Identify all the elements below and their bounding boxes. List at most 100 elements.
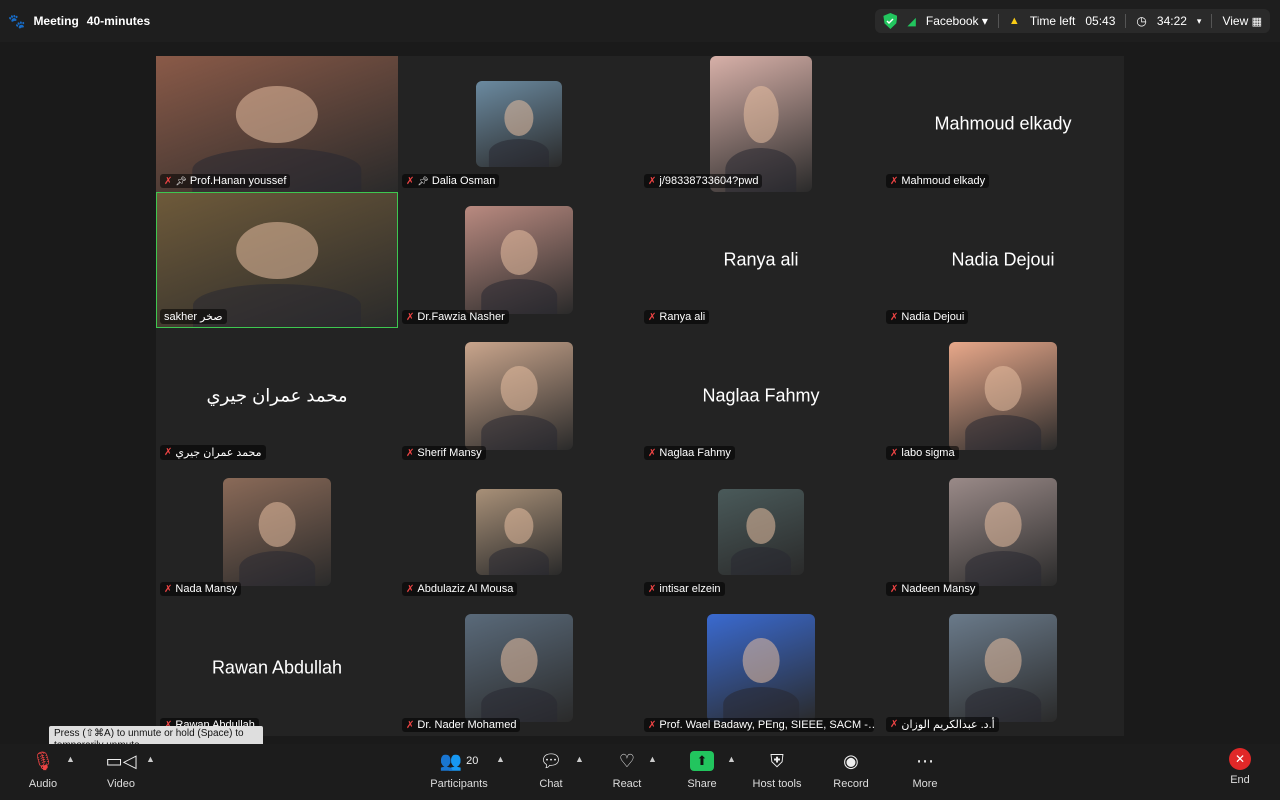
participant-video xyxy=(707,614,815,722)
participant-video xyxy=(223,478,331,586)
record-icon: ◉ xyxy=(843,750,859,771)
participant-tile[interactable]: ✗ Dr. Nader Mohamed xyxy=(398,600,640,736)
chat-icon: 💬︎ xyxy=(539,750,563,771)
participant-name: محمد عمران جيري xyxy=(175,447,262,459)
end-meeting-button[interactable]: ✕ End xyxy=(1205,748,1275,786)
more-button[interactable]: ⋯ More xyxy=(890,748,960,791)
participant-name: Dalia Osman xyxy=(431,175,496,187)
participant-video xyxy=(156,56,398,192)
participant-name-tag: ✗ 📌︎ Dalia Osman xyxy=(402,174,500,188)
participant-name: intisar elzein xyxy=(659,583,721,595)
participant-tile[interactable]: Nadia Dejoui ✗ Nadia Dejoui xyxy=(882,192,1124,328)
participant-video xyxy=(465,342,573,450)
participant-name: Abdulaziz Al Mousa xyxy=(417,583,514,595)
participant-display-name: Rawan Abdullah xyxy=(211,657,343,678)
participants-button[interactable]: 👥 20 Participants xyxy=(424,748,494,791)
chat-options-caret[interactable]: ▲ xyxy=(575,754,584,764)
participant-tile[interactable]: ✗ Prof. Wael Badawy, PEng, SIEEE, SACM -… xyxy=(640,600,882,736)
participant-name-tag: ✗ intisar elzein xyxy=(644,582,725,596)
participant-tile[interactable]: ✗ Abdulaziz Al Mousa xyxy=(398,464,640,600)
muted-mic-icon: ✗ xyxy=(648,719,657,731)
participant-name: أ.د. عبدالكريم الوزان xyxy=(901,719,995,731)
meeting-toolbar: 🎙︎ Audio ▲ ▭◁ Video ▲ 👥 20 Participants ▲… xyxy=(0,744,1280,800)
meeting-duration: 40-minutes xyxy=(86,14,151,28)
audio-options-caret[interactable]: ▲ xyxy=(66,754,75,764)
share-screen-icon: ⬆ xyxy=(690,751,714,771)
shield-icon: ⛨ xyxy=(770,750,784,771)
participant-name: Naglaa Fahmy xyxy=(659,447,731,459)
participant-name-tag: ✗ labo sigma xyxy=(886,446,959,460)
divider xyxy=(1125,14,1127,28)
host-tools-button[interactable]: ⛨ Host tools xyxy=(742,748,812,791)
participant-tile[interactable]: Ranya ali ✗ Ranya ali xyxy=(640,192,882,328)
gallery-view: ✗ 📌︎ Prof.Hanan youssef ✗ 📌︎ Dalia Osman ✗ j/98… xyxy=(156,56,1124,736)
clock-icon: ◷ xyxy=(1136,14,1147,28)
heart-icon: ♡ xyxy=(618,750,636,771)
participant-name-tag: ✗ Nadeen Mansy xyxy=(886,582,980,596)
participant-tile[interactable]: ✗ 📌︎ Dalia Osman xyxy=(398,56,640,192)
participant-video xyxy=(476,489,562,575)
participant-name: Prof. Wael Badawy, PEng, SIEEE, SACM -… xyxy=(659,719,874,731)
grid-icon: ▦ xyxy=(1251,16,1262,28)
muted-mic-icon: ✗ xyxy=(648,311,657,323)
participant-tile[interactable]: sakher صخر xyxy=(156,192,398,328)
top-bar: 🐾 Meeting 40-minutes ◢ Facebook ▾ ▲ Time… xyxy=(0,0,1280,42)
participant-video xyxy=(949,342,1057,450)
divider xyxy=(997,14,999,28)
react-options-caret[interactable]: ▲ xyxy=(648,754,657,764)
participant-tile[interactable]: ✗ Nada Mansy xyxy=(156,464,398,600)
participants-icon: 👥 20 xyxy=(439,750,479,771)
muted-mic-icon: ✗ xyxy=(164,447,173,458)
participant-tile[interactable]: ✗ Nadeen Mansy xyxy=(882,464,1124,600)
record-button[interactable]: ◉ Record xyxy=(816,748,886,791)
muted-mic-icon: ✗ xyxy=(648,447,657,459)
muted-mic-icon: ✗ xyxy=(648,583,657,595)
participant-name-tag: ✗ Nada Mansy xyxy=(160,582,242,596)
view-button[interactable]: View ▦ xyxy=(1222,14,1262,28)
share-options-caret[interactable]: ▲ xyxy=(727,754,736,764)
participants-options-caret[interactable]: ▲ xyxy=(496,754,505,764)
participant-display-name: Ranya ali xyxy=(723,249,799,270)
paw-icon: 🐾 xyxy=(8,12,26,29)
participant-tile[interactable]: ✗ Sherif Mansy xyxy=(398,328,640,464)
warning-icon: ▲ xyxy=(1008,15,1020,27)
participant-tile[interactable]: ✗ j/98338733604?pwd xyxy=(640,56,882,192)
muted-mic-icon: ✗ xyxy=(406,719,415,731)
participant-tile[interactable]: ✗ Dr.Fawzia Nasher xyxy=(398,192,640,328)
participant-name-tag: ✗ Dr.Fawzia Nasher xyxy=(402,310,509,324)
signal-icon: ◢ xyxy=(907,15,916,28)
participant-tile[interactable]: Mahmoud elkady ✗ Mahmoud elkady xyxy=(882,56,1124,192)
participant-name-tag: ✗ Naglaa Fahmy xyxy=(644,446,735,460)
participant-tile[interactable]: Naglaa Fahmy ✗ Naglaa Fahmy xyxy=(640,328,882,464)
participant-video xyxy=(949,614,1057,722)
muted-mic-icon: ✗ xyxy=(890,719,899,730)
participant-name: sakher صخر xyxy=(164,311,223,323)
participant-video xyxy=(949,478,1057,586)
participant-name-tag: ✗ j/98338733604?pwd xyxy=(644,174,763,188)
participant-tile[interactable]: Rawan Abdullah ✗ Rawan Abdullah xyxy=(156,600,398,736)
video-options-caret[interactable]: ▲ xyxy=(146,754,155,764)
participant-tile[interactable]: ✗ أ.د. عبدالكريم الوزان xyxy=(882,600,1124,736)
muted-mic-icon: ✗ xyxy=(406,311,415,323)
participant-tile[interactable]: ✗ labo sigma xyxy=(882,328,1124,464)
participant-tile[interactable]: ✗ 📌︎ Prof.Hanan youssef xyxy=(156,56,398,192)
muted-mic-icon: 🎙︎ xyxy=(31,750,55,771)
participant-name: Dr. Nader Mohamed xyxy=(417,719,517,731)
elapsed-time[interactable]: 34:22 xyxy=(1157,14,1187,28)
participant-name: Prof.Hanan youssef xyxy=(189,175,287,187)
participant-name: Nada Mansy xyxy=(175,583,238,595)
participant-tile[interactable]: محمد عمران جيري ✗ محمد عمران جيري xyxy=(156,328,398,464)
stream-source-dropdown[interactable]: Facebook ▾ xyxy=(926,14,988,28)
chevron-down-icon[interactable]: ▾ xyxy=(1197,16,1202,27)
participant-name: labo sigma xyxy=(901,447,955,459)
participant-video xyxy=(710,56,812,192)
participant-name-tag: ✗ Dr. Nader Mohamed xyxy=(402,718,521,732)
participant-video xyxy=(718,489,804,575)
participant-name-tag: ✗ Nadia Dejoui xyxy=(886,310,969,324)
participant-tile[interactable]: ✗ intisar elzein xyxy=(640,464,882,600)
participant-name: Mahmoud elkady xyxy=(901,175,986,187)
participant-name: j/98338733604?pwd xyxy=(659,175,759,187)
security-shield-icon[interactable] xyxy=(883,13,898,29)
more-dots-icon: ⋯ xyxy=(916,750,934,771)
participant-name-tag: ✗ محمد عمران جيري xyxy=(160,445,266,460)
